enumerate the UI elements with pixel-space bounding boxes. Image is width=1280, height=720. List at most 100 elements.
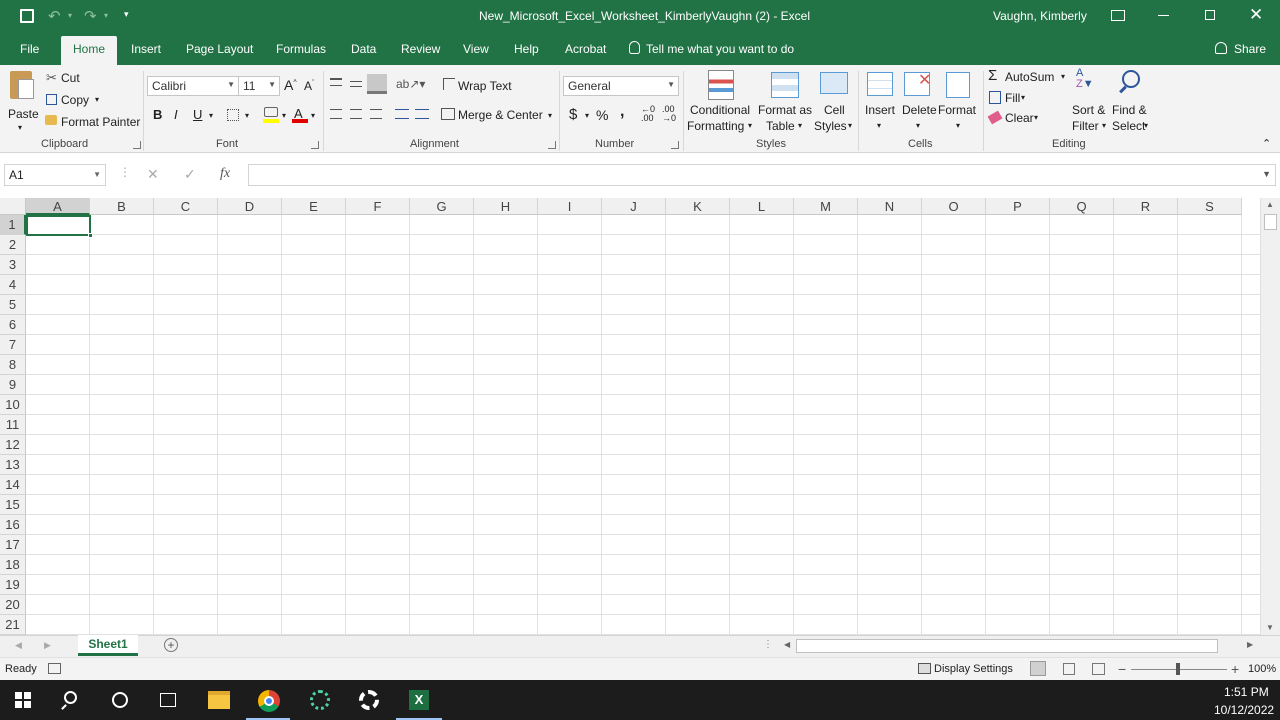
tab-view[interactable]: View	[463, 42, 489, 56]
align-center-icon[interactable]	[350, 109, 362, 119]
fill-color-icon[interactable]	[264, 107, 278, 117]
column-header[interactable]: O	[922, 198, 986, 215]
taskbar-time[interactable]: 1:51 PM	[1224, 685, 1269, 699]
autosum-button[interactable]: AutoSum	[1005, 70, 1054, 84]
copy-dropdown-icon[interactable]: ▾	[95, 95, 99, 104]
increase-indent-icon[interactable]	[415, 109, 429, 119]
column-header[interactable]: P	[986, 198, 1050, 215]
fill-handle[interactable]	[88, 233, 93, 238]
horizontal-scroll-thumb[interactable]	[796, 639, 1218, 653]
tab-data[interactable]: Data	[351, 42, 376, 56]
top-align-icon[interactable]	[330, 78, 342, 86]
row-header[interactable]: 2	[0, 235, 26, 255]
align-left-icon[interactable]	[330, 109, 342, 119]
row-header[interactable]: 14	[0, 475, 26, 495]
active-cell[interactable]	[26, 215, 91, 236]
merge-dropdown-icon[interactable]: ▾	[548, 111, 552, 120]
row-header[interactable]: 21	[0, 615, 26, 635]
select-all-corner[interactable]	[0, 198, 26, 215]
redo-dropdown-icon[interactable]: ▾	[104, 11, 108, 20]
insert-function-button[interactable]: fx	[220, 166, 230, 182]
formula-input[interactable]: ▼	[248, 164, 1276, 186]
font-color-dropdown-icon[interactable]: ▾	[311, 111, 315, 120]
horizontal-scrollbar[interactable]: ◀ ▶	[780, 638, 1260, 655]
zoom-slider-thumb[interactable]	[1176, 663, 1180, 675]
paste-button[interactable]: Paste ▾	[4, 69, 40, 133]
cortana-icon[interactable]	[112, 692, 128, 708]
row-header[interactable]: 15	[0, 495, 26, 515]
cells-area[interactable]	[26, 215, 1260, 635]
column-header[interactable]: H	[474, 198, 538, 215]
column-header[interactable]: M	[794, 198, 858, 215]
merge-center-button[interactable]: Merge & Center	[458, 108, 543, 122]
file-explorer-icon[interactable]	[208, 691, 230, 709]
row-header[interactable]: 20	[0, 595, 26, 615]
scroll-up-icon[interactable]: ▲	[1266, 200, 1274, 209]
delete-cells-button[interactable]: ✕ Delete ▾	[900, 68, 938, 136]
clear-dropdown-icon[interactable]: ▾	[1034, 113, 1038, 122]
minimize-icon[interactable]	[1158, 15, 1169, 16]
row-header[interactable]: 11	[0, 415, 26, 435]
column-header[interactable]: C	[154, 198, 218, 215]
search-icon[interactable]	[64, 691, 77, 704]
user-name[interactable]: Vaughn, Kimberly	[993, 9, 1087, 23]
copy-button[interactable]: Copy	[61, 93, 89, 107]
new-sheet-icon[interactable]: +	[164, 638, 178, 652]
column-header[interactable]: I	[538, 198, 602, 215]
scroll-right-icon[interactable]: ▶	[1247, 640, 1253, 649]
find-select-button[interactable]: Find & Select ▾	[1110, 68, 1154, 136]
taskbar-date[interactable]: 10/12/2022	[1214, 703, 1274, 717]
tab-acrobat[interactable]: Acrobat	[565, 42, 606, 56]
redo-icon[interactable]: ↷	[84, 7, 97, 25]
tab-review[interactable]: Review	[401, 42, 440, 56]
percent-button[interactable]: %	[596, 107, 608, 123]
wrap-text-button[interactable]: Wrap Text	[458, 79, 512, 93]
column-header[interactable]: J	[602, 198, 666, 215]
normal-view-icon[interactable]	[1030, 661, 1046, 676]
autosum-dropdown-icon[interactable]: ▾	[1061, 72, 1065, 81]
column-header[interactable]: G	[410, 198, 474, 215]
clear-button[interactable]: Clear	[1005, 111, 1034, 125]
excel-taskbar-icon[interactable]: X	[409, 690, 429, 710]
row-header[interactable]: 1	[0, 215, 26, 235]
column-header[interactable]: F	[346, 198, 410, 215]
display-settings-button[interactable]: Display Settings	[934, 663, 1013, 675]
conditional-formatting-button[interactable]: Conditional Formatting ▾	[686, 68, 756, 136]
number-format-select[interactable]: General ▼	[563, 76, 679, 96]
italic-button[interactable]: I	[174, 107, 178, 122]
column-header[interactable]: A	[26, 198, 90, 215]
share-button[interactable]: Share	[1234, 42, 1266, 56]
page-layout-view-icon[interactable]	[1063, 663, 1075, 675]
column-header[interactable]: Q	[1050, 198, 1114, 215]
column-header[interactable]: D	[218, 198, 282, 215]
orientation-icon[interactable]: ab↗▾	[396, 77, 425, 91]
column-header[interactable]: E	[282, 198, 346, 215]
tab-file[interactable]: File	[20, 42, 39, 56]
name-box[interactable]: A1 ▼	[4, 164, 106, 186]
tab-page-layout[interactable]: Page Layout	[186, 42, 253, 56]
more-options-icon[interactable]: ⋮	[119, 165, 131, 179]
row-header[interactable]: 10	[0, 395, 26, 415]
page-break-view-icon[interactable]	[1092, 663, 1105, 675]
increase-font-icon[interactable]: A^	[284, 77, 297, 93]
close-icon[interactable]: ✕	[1249, 5, 1263, 25]
row-header[interactable]: 13	[0, 455, 26, 475]
tab-home[interactable]: Home	[61, 36, 118, 65]
column-header[interactable]: R	[1114, 198, 1178, 215]
row-header[interactable]: 16	[0, 515, 26, 535]
loading-app-icon[interactable]	[310, 690, 330, 710]
currency-dropdown-icon[interactable]: ▾	[585, 111, 589, 120]
increase-decimal-icon[interactable]: ←0.00	[641, 105, 655, 123]
font-name-select[interactable]: Calibri ▼	[147, 76, 239, 96]
decrease-font-icon[interactable]: Aˇ	[304, 79, 314, 93]
fill-button[interactable]: Fill	[1005, 91, 1020, 105]
format-cells-button[interactable]: Format ▾	[938, 68, 980, 136]
font-launcher-icon[interactable]	[311, 141, 319, 149]
insert-cells-button[interactable]: Insert ▾	[862, 68, 900, 136]
tab-formulas[interactable]: Formulas	[276, 42, 326, 56]
vertical-scroll-thumb[interactable]	[1264, 214, 1277, 230]
ribbon-display-options-icon[interactable]	[1111, 10, 1125, 21]
tab-insert[interactable]: Insert	[131, 42, 161, 56]
row-header[interactable]: 7	[0, 335, 26, 355]
scroll-left-icon[interactable]: ◀	[784, 640, 790, 649]
